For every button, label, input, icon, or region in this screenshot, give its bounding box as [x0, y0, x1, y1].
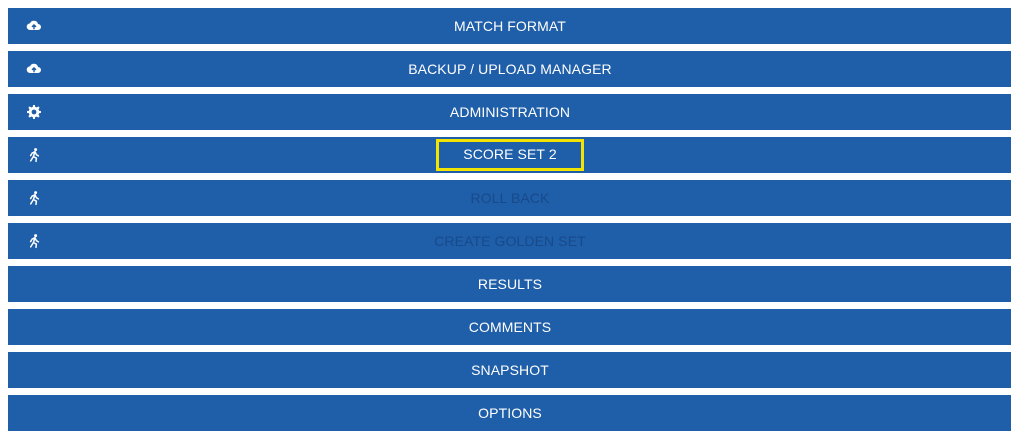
snapshot-label: SNAPSHOT [471, 362, 549, 378]
comments-button[interactable]: COMMENTS [8, 309, 1011, 345]
runner-icon [26, 190, 42, 206]
administration-label: ADMINISTRATION [449, 104, 571, 120]
score-set-2-button[interactable]: SCORE SET 2 [8, 137, 1011, 173]
main-menu: MATCH FORMAT BACKUP / UPLOAD MANAGER ADM… [8, 8, 1011, 438]
roll-back-button[interactable]: ROLL BACK [8, 180, 1011, 216]
gear-icon [26, 104, 42, 120]
score-set-2-label: SCORE SET 2 [463, 146, 557, 162]
backup-upload-manager-button[interactable]: BACKUP / UPLOAD MANAGER [8, 51, 1011, 87]
create-golden-set-button[interactable]: CREATE GOLDEN SET [8, 223, 1011, 259]
options-label: OPTIONS [478, 405, 542, 421]
cloud-upload-icon [26, 18, 42, 34]
runner-icon [26, 147, 42, 163]
snapshot-button[interactable]: SNAPSHOT [8, 352, 1011, 388]
match-format-label: MATCH FORMAT [454, 18, 566, 34]
options-button[interactable]: OPTIONS [8, 395, 1011, 431]
administration-button[interactable]: ADMINISTRATION [8, 94, 1011, 130]
highlight-frame: SCORE SET 2 [436, 139, 584, 171]
match-format-button[interactable]: MATCH FORMAT [8, 8, 1011, 44]
backup-upload-manager-label: BACKUP / UPLOAD MANAGER [408, 61, 612, 77]
cloud-upload-icon [26, 61, 42, 77]
results-label: RESULTS [477, 276, 543, 292]
create-golden-set-label: CREATE GOLDEN SET [434, 233, 586, 249]
results-button[interactable]: RESULTS [8, 266, 1011, 302]
runner-icon [26, 233, 42, 249]
comments-label: COMMENTS [468, 319, 552, 335]
roll-back-label: ROLL BACK [470, 190, 550, 206]
